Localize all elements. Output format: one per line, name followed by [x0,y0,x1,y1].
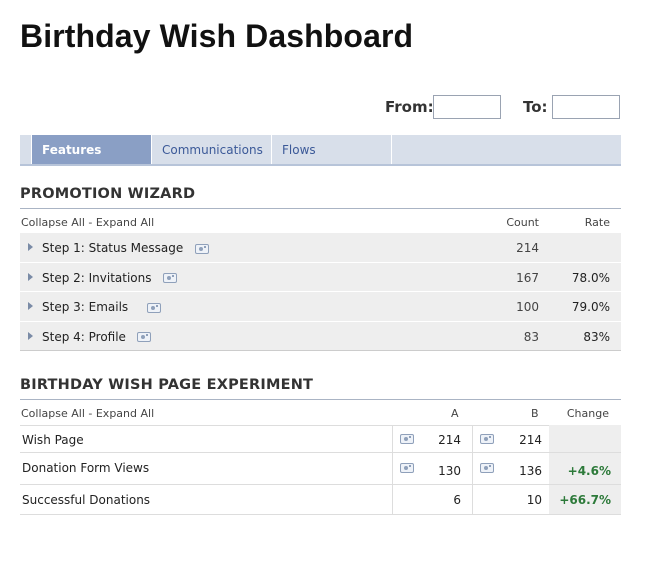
wizard-row-step-4[interactable]: Step 4: Profile 83 83% [20,322,621,351]
wizard-row-step-3[interactable]: Step 3: Emails 100 79.0% [20,292,621,322]
experiment-b-value: 214 [519,433,542,447]
wizard-step-rate: 83% [583,329,610,344]
wizard-step-text: Step 2: Invitations [42,270,152,285]
wizard-step-label: Step 4: Profile [42,329,152,344]
experiment-b-value: 10 [526,493,542,507]
wizard-step-count: 83 [523,329,539,344]
wizard-step-text: Step 1: Status Message [42,241,184,255]
experiment-b-value: 136 [519,464,542,478]
expand-triangle-icon[interactable] [28,331,33,340]
camera-icon[interactable] [480,434,494,444]
experiment-controls-separator: - [84,407,96,420]
experiment-change-cell [549,425,621,452]
experiment-collapse-all-link[interactable]: Collapse All [21,407,85,420]
experiment-row-label: Successful Donations [22,493,151,507]
experiment-change-value: +4.6% [567,464,611,478]
tab-bar: Features Communications Flows [20,135,621,166]
experiment-a-cell: 214 [392,425,473,452]
tab-communications[interactable]: Communications [151,135,271,164]
tab-flows[interactable]: Flows [271,135,391,164]
experiment-change-header: Change [566,407,609,420]
experiment-a-value: 130 [438,464,461,478]
wizard-step-rate: 78.0% [571,270,610,285]
experiment-section-title: BIRTHDAY WISH PAGE EXPERIMENT [20,377,314,393]
wizard-expand-all-link[interactable]: Expand All [96,216,154,229]
expand-triangle-icon[interactable] [28,272,33,281]
experiment-change-value: +66.7% [559,493,611,507]
wizard-step-count: 167 [516,270,539,285]
experiment-row-label: Wish Page [22,433,84,447]
from-date-input[interactable] [433,95,501,119]
experiment-row-wish-page: Wish Page 214 214 [20,425,621,453]
wizard-header: Collapse All - Expand All Count Rate [20,210,621,235]
wizard-row-step-2[interactable]: Step 2: Invitations 167 78.0% [20,263,621,292]
experiment-a-value: 214 [438,433,461,447]
wizard-step-label: Step 3: Emails [42,300,162,314]
experiment-a-cell: 130 [392,453,473,484]
camera-icon[interactable] [147,302,162,313]
experiment-b-header: B [531,407,539,420]
wizard-step-rate: 79.0% [571,300,610,314]
experiment-row-label: Donation Form Views [22,461,150,475]
page-title: Birthday Wish Dashboard [20,18,414,54]
wizard-table: Step 1: Status Message 214 Step 2: Invit… [20,233,621,351]
tab-divider [391,135,392,164]
camera-icon[interactable] [162,273,177,283]
camera-icon[interactable] [480,463,494,473]
experiment-expand-all-link[interactable]: Expand All [96,407,154,420]
camera-icon[interactable] [400,434,414,444]
experiment-change-cell: +66.7% [549,485,621,514]
experiment-collapse-expand-controls: Collapse All - Expand All [21,407,154,420]
experiment-row-successful-donations: Successful Donations 6 10 +66.7% [20,485,621,515]
wizard-rate-header: Rate [584,216,610,229]
experiment-b-cell: 10 [472,485,550,514]
experiment-b-cell: 136 [472,453,550,484]
wizard-step-label: Step 2: Invitations [42,271,177,285]
experiment-b-cell: 214 [472,425,550,452]
wizard-step-label: Step 1: Status Message [42,241,209,255]
camera-icon[interactable] [137,332,152,342]
expand-triangle-icon[interactable] [28,302,33,310]
expand-triangle-icon[interactable] [28,243,33,251]
wizard-section-title: PROMOTION WIZARD [20,186,196,202]
wizard-step-count: 214 [516,241,539,255]
wizard-controls-separator: - [84,216,96,229]
tab-features[interactable]: Features [31,135,151,164]
experiment-a-header: A [451,407,459,420]
wizard-step-text: Step 3: Emails [42,300,129,314]
experiment-change-cell: +4.6% [549,453,621,484]
wizard-collapse-expand-controls: Collapse All - Expand All [21,216,154,229]
to-label: To: [523,98,548,116]
experiment-a-cell: 6 [392,485,473,514]
date-filter: From: To: [0,95,620,119]
to-date-input[interactable] [552,95,620,119]
wizard-step-count: 100 [516,300,539,314]
camera-icon[interactable] [194,243,209,254]
camera-icon[interactable] [400,463,414,473]
experiment-row-donation-form-views: Donation Form Views 130 136 +4.6% [20,453,621,485]
experiment-section-rule [20,399,621,400]
from-label: From: [385,98,434,116]
experiment-table: Wish Page 214 214 Donation Form Views 13… [20,425,621,515]
wizard-count-header: Count [506,216,539,229]
experiment-header: Collapse All - Expand All A B Change [20,401,621,426]
wizard-collapse-all-link[interactable]: Collapse All [21,216,85,229]
wizard-row-step-1[interactable]: Step 1: Status Message 214 [20,233,621,263]
wizard-section-rule [20,208,621,209]
experiment-a-value: 6 [453,493,461,507]
wizard-step-text: Step 4: Profile [42,329,126,344]
